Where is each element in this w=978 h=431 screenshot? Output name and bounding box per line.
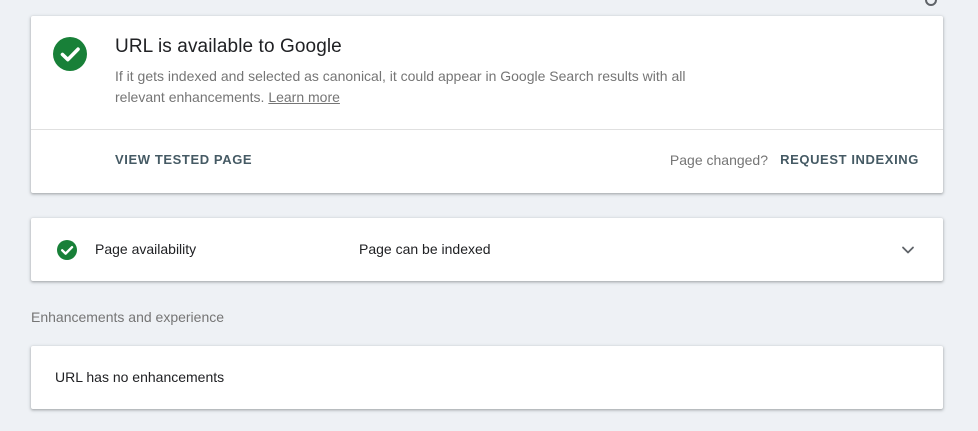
view-tested-page-button[interactable]: VIEW TESTED PAGE bbox=[115, 152, 252, 167]
page-availability-label: Page availability bbox=[95, 241, 197, 257]
page-availability-value: Page can be indexed bbox=[359, 241, 491, 257]
chevron-down-icon[interactable] bbox=[901, 243, 915, 257]
check-circle-icon bbox=[57, 240, 77, 260]
enhancements-section-label: Enhancements and experience bbox=[31, 309, 225, 325]
check-circle-icon bbox=[53, 37, 87, 71]
request-indexing-button[interactable]: REQUEST INDEXING bbox=[780, 152, 919, 167]
learn-more-link[interactable]: Learn more bbox=[268, 89, 340, 105]
url-status-card: URL is available to Google If it gets in… bbox=[31, 16, 943, 193]
no-enhancements-message: URL has no enhancements bbox=[55, 369, 225, 385]
page-availability-row[interactable]: Page availability Page can be indexed bbox=[31, 218, 943, 281]
divider bbox=[31, 129, 943, 130]
partial-circle-icon bbox=[925, 0, 937, 6]
status-description-text: If it gets indexed and selected as canon… bbox=[115, 68, 686, 105]
page-changed-label: Page changed? bbox=[669, 152, 768, 168]
status-title: URL is available to Google bbox=[115, 36, 342, 57]
enhancements-card: URL has no enhancements bbox=[31, 346, 943, 409]
status-description: If it gets indexed and selected as canon… bbox=[115, 66, 695, 108]
